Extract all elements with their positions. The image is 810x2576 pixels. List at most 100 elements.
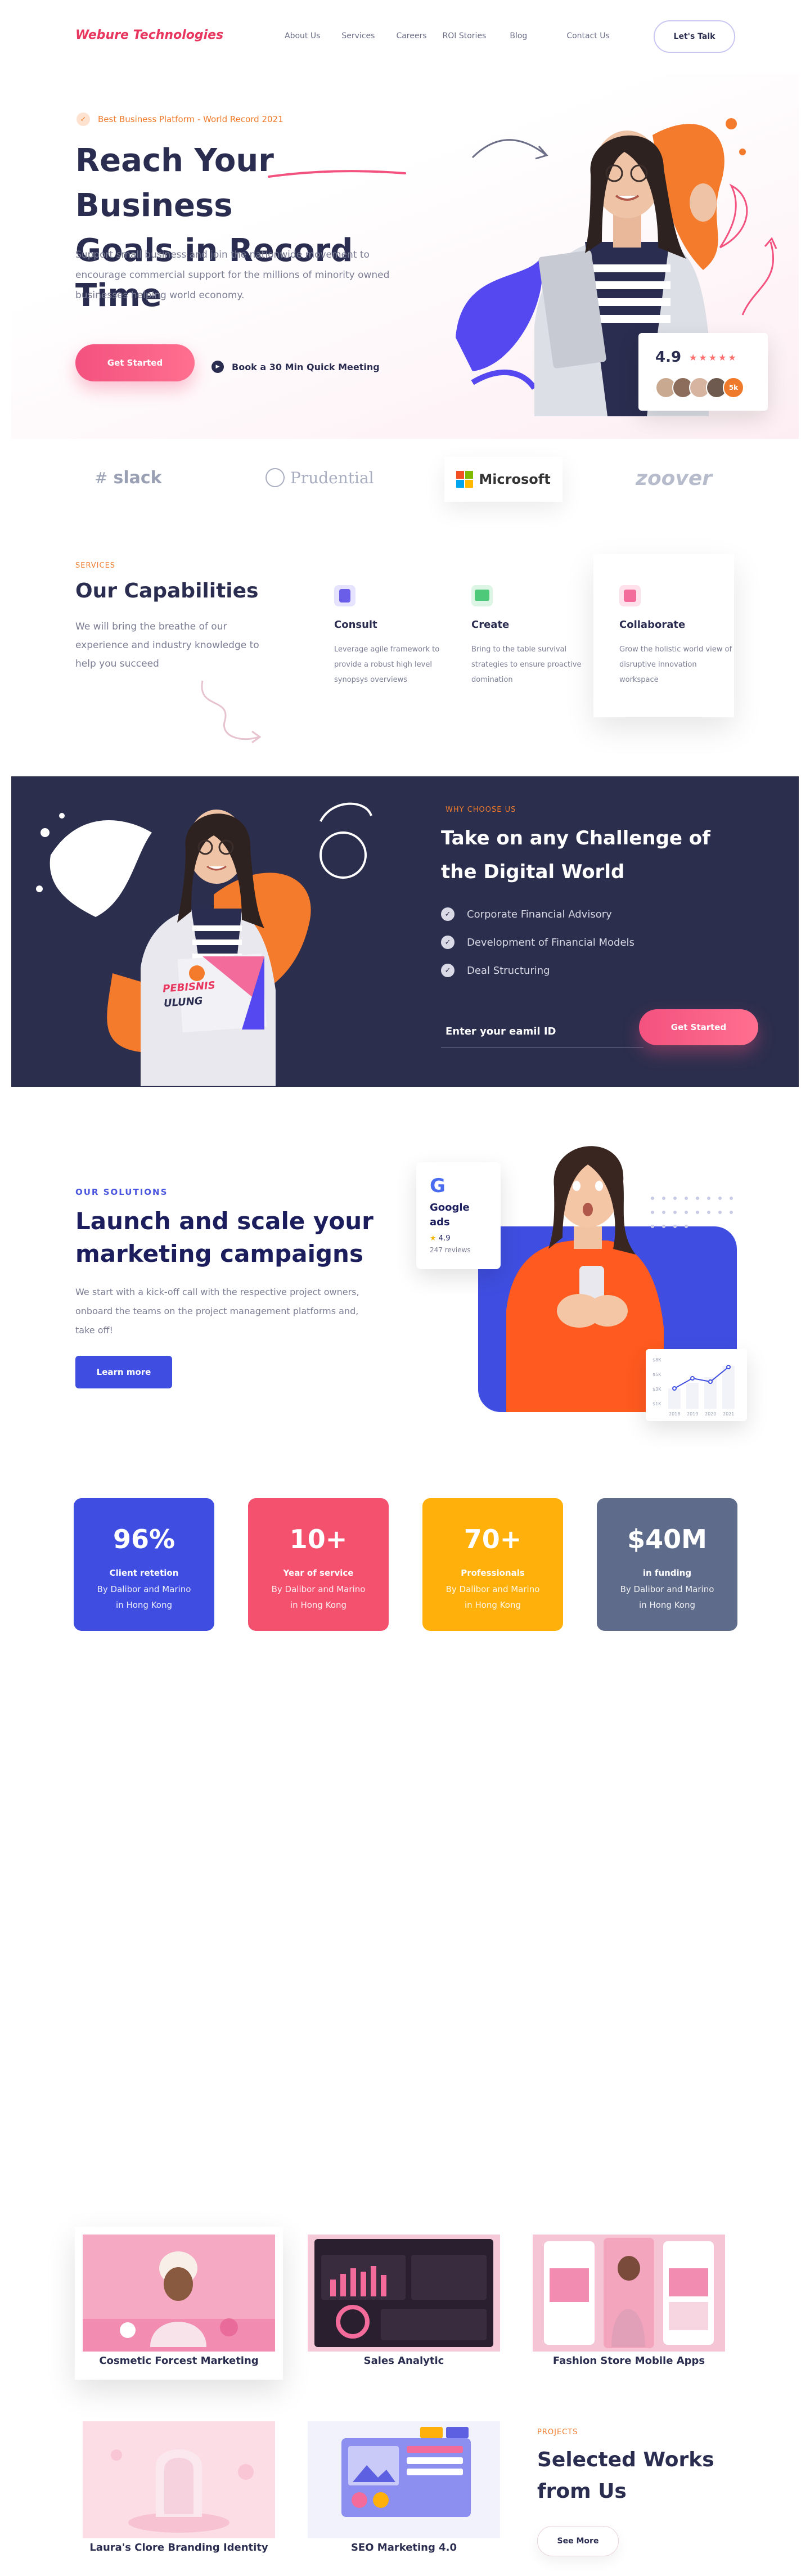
rating-value: 4.9 (655, 349, 682, 366)
capability-title: Consult (334, 619, 377, 631)
chart-x-tick: 2019 (687, 1411, 698, 1417)
capability-create[interactable]: Create Bring to the table survival strat… (471, 585, 590, 687)
check-icon: ✓ (441, 936, 454, 949)
capability-consult[interactable]: Consult Leverage agile framework to prov… (334, 585, 452, 687)
chart-y-tick: $8K (652, 1357, 662, 1363)
challenge-item: ✓ Development of Financial Models (441, 928, 634, 956)
work-thumbnail (308, 2421, 500, 2538)
rating-card: 4.9 ★★★★★ 5k (638, 333, 768, 411)
nav-link-blog[interactable]: Blog (510, 32, 527, 41)
chart-x-tick: 2020 (705, 1411, 716, 1417)
learn-more-button[interactable]: Learn more (75, 1356, 172, 1388)
email-input[interactable]: Enter your eamil ID (446, 1026, 556, 1037)
work-thumbnail (533, 2235, 725, 2352)
stat-label: Year of service (283, 1568, 354, 1578)
chart-y-tick: $3K (652, 1387, 662, 1392)
chart-y-tick: $1K (652, 1401, 662, 1406)
google-ads-card: G Google ads ★ 4.9 247 reviews (416, 1162, 501, 1269)
book-meeting-link[interactable]: ▶ Book a 30 Min Quick Meeting (212, 361, 380, 373)
logo-microsoft: Microsoft (444, 457, 562, 502)
star-icon: ★ (430, 1234, 436, 1243)
check-icon: ✓ (441, 964, 454, 977)
work-title: Fashion Store Mobile Apps (552, 2355, 705, 2367)
see-more-button[interactable]: See More (537, 2526, 619, 2556)
work-title: Sales Analytic (363, 2355, 444, 2367)
challenge-get-started-button[interactable]: Get Started (639, 1009, 758, 1045)
stat-label: Client retetion (109, 1568, 179, 1578)
stat-value: $40M (627, 1524, 707, 1554)
work-title: SEO Marketing 4.0 (350, 2542, 457, 2553)
stat-label: Professionals (461, 1568, 525, 1578)
stat-card: 96% Client retetion By Dalibor and Marin… (74, 1498, 214, 1631)
google-ads-rating: ★ 4.9 (430, 1234, 451, 1243)
nav-link-services[interactable]: Services (341, 32, 375, 41)
laptop-woman-illustration (36, 802, 372, 1086)
collaborate-icon (619, 585, 641, 606)
work-item-cosmetic[interactable]: Cosmetic Forcest Marketing (75, 2227, 283, 2380)
stat-value: 70+ (464, 1524, 522, 1554)
work-thumbnail (308, 2235, 500, 2352)
create-icon (471, 585, 493, 606)
stat-value: 10+ (289, 1524, 348, 1554)
chart-y-tick: $5K (652, 1372, 662, 1377)
capability-text: Leverage agile framework to provide a ro… (334, 645, 440, 684)
works-title: Selected Works from Us (537, 2448, 714, 2503)
laptop-sign: PEBISNIS ULUNG (162, 975, 254, 1011)
capabilities-description: We will bring the breathe of our experie… (75, 621, 259, 669)
work-thumbnail (83, 2235, 275, 2352)
logo-prudential: Prudential (266, 468, 374, 487)
stat-card: $40M in funding By Dalibor and Marino in … (597, 1498, 737, 1631)
prudential-icon (266, 468, 285, 487)
google-icon: G (430, 1175, 446, 1197)
lets-talk-button[interactable]: Let's Talk (654, 20, 735, 53)
hero-title-line1: Reach Your Business (75, 142, 274, 224)
top-nav: Webure Technologies About Us Services Ca… (0, 0, 810, 73)
capability-collaborate[interactable]: Collaborate Grow the holistic world view… (619, 585, 737, 687)
play-icon: ▶ (212, 361, 224, 373)
stat-description: By Dalibor and Marino in Hong Kong (271, 1584, 366, 1610)
work-thumbnail (83, 2421, 275, 2538)
google-ads-title: Google ads (430, 1202, 470, 1228)
hero-badge-text: Best Business Platform - World Record 20… (98, 114, 284, 124)
challenge-item: ✓ Corporate Financial Advisory (441, 900, 634, 928)
growth-chart-card: $8K $5K $3K $1K 2018 2019 2020 2021 (646, 1349, 747, 1421)
growth-chart: $8K $5K $3K $1K 2018 2019 2020 2021 (652, 1357, 735, 1417)
branding-image (83, 2421, 275, 2538)
avatar-more-count: 5k (723, 377, 744, 398)
nav-link-roi-stories[interactable]: ROI Stories (443, 32, 487, 41)
work-title: Laura's Clore Branding Identity (89, 2542, 268, 2553)
stat-value: 96% (112, 1524, 176, 1554)
challenge-label: WHY CHOOSE US (446, 806, 516, 814)
work-title: Cosmetic Forcest Marketing (99, 2355, 259, 2367)
check-icon: ✓ (441, 907, 454, 921)
chart-x-tick: 2018 (669, 1411, 680, 1417)
book-meeting-label: Book a 30 Min Quick Meeting (232, 361, 380, 372)
cosmetic-image (83, 2235, 275, 2352)
nav-link-contact[interactable]: Contact Us (566, 32, 609, 41)
rating-stars: ★★★★★ (689, 352, 738, 363)
stat-description: By Dalibor and Marino in Hong Kong (620, 1584, 714, 1610)
seo-image (308, 2421, 500, 2538)
work-item-branding[interactable]: Laura's Clore Branding Identity (75, 2413, 283, 2566)
stat-card: 10+ Year of service By Dalibor and Marin… (248, 1498, 389, 1631)
nav-links: About Us Services Careers ROI Stories Bl… (285, 32, 632, 41)
capability-text: Bring to the table survival strategies t… (471, 645, 582, 684)
brand-logo[interactable]: Webure Technologies (75, 28, 223, 42)
microsoft-icon (456, 471, 474, 488)
hero-get-started-button[interactable]: Get Started (75, 344, 195, 381)
challenge-section: PEBISNIS ULUNG WHY CHOOSE US Take on any… (11, 776, 799, 1087)
stat-description: By Dalibor and Marino in Hong Kong (97, 1584, 191, 1610)
nav-link-about[interactable]: About Us (285, 32, 320, 41)
work-item-sales-analytic[interactable]: Sales Analytic (300, 2227, 508, 2380)
hero-description: Support small business and join the nati… (75, 249, 390, 301)
challenge-list: ✓ Corporate Financial Advisory ✓ Developme… (441, 900, 634, 984)
capabilities-title: Our Capabilities (75, 579, 259, 603)
challenge-title: Take on any Challenge of the Digital Wor… (441, 827, 710, 883)
stat-description: By Dalibor and Marino in Hong Kong (446, 1584, 540, 1610)
title-underline-icon (268, 170, 406, 178)
capability-title: Create (471, 619, 510, 631)
nav-link-careers[interactable]: Careers (396, 32, 426, 41)
work-item-seo[interactable]: SEO Marketing 4.0 (300, 2413, 508, 2566)
logo-slack: # slack (94, 468, 162, 488)
work-item-fashion-store[interactable]: Fashion Store Mobile Apps (525, 2227, 733, 2380)
